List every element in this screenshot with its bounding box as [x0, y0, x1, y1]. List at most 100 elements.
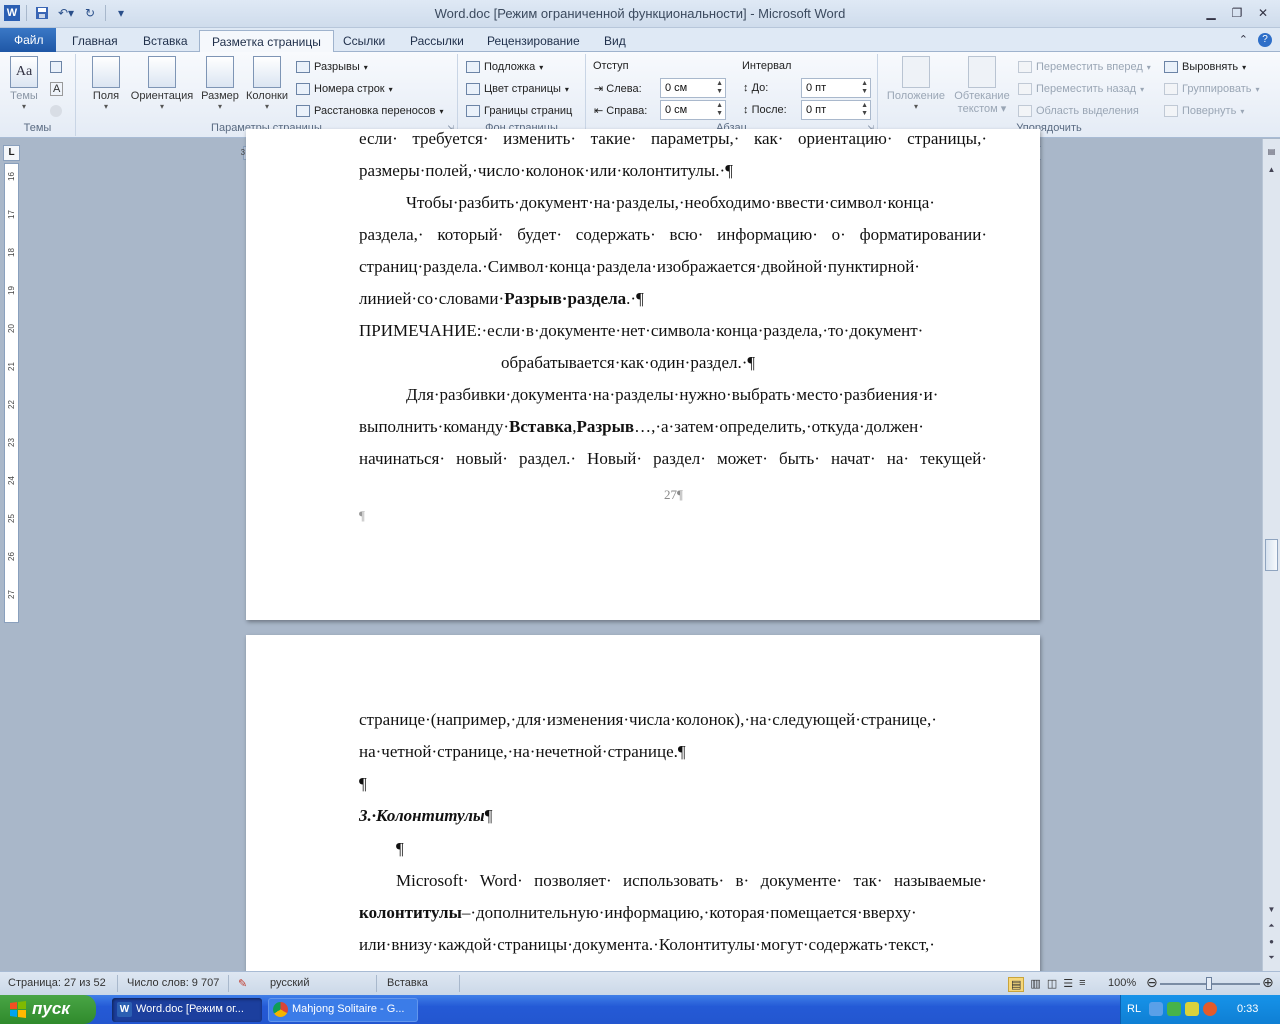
paragraph-group: Отступ ⇥ Слева: 0 см ▲ ▼ ⇤ Справа: 0 см ▲ ▼ … — [586, 54, 878, 136]
start-button[interactable]: пуск — [0, 995, 96, 1024]
spinner-arrows-icon[interactable]: ▲ ▼ — [861, 102, 868, 118]
text-line: если· требуется· изменить· такие· параме… — [359, 129, 987, 148]
document-area: L 3211234567891011121314151617 161718192… — [0, 129, 1280, 975]
close-icon[interactable]: ✕ — [1252, 4, 1274, 22]
rotate-button[interactable]: Повернуть ▾ — [1164, 102, 1244, 120]
text-line: странице·(например,·для·изменения·числа·… — [359, 710, 937, 729]
previous-page-icon[interactable]: ⏶ — [1265, 921, 1278, 935]
tab-mailings[interactable]: Рассылки — [398, 30, 476, 52]
document-page[interactable]: если· требуется· изменить· такие· параме… — [246, 129, 1040, 620]
line-numbers-button[interactable]: Номера строк ▾ — [296, 80, 393, 98]
insert-mode-indicator[interactable]: Вставка — [387, 977, 428, 989]
indent-right-field[interactable]: 0 см ▲ ▼ — [660, 100, 726, 120]
selection-pane-button[interactable]: Область выделения — [1018, 102, 1139, 120]
spinner-arrows-icon[interactable]: ▲ ▼ — [716, 80, 723, 96]
wrap-text-button[interactable]: Обтекание текстом ▾ — [950, 56, 1014, 115]
antivirus-icon[interactable] — [1203, 1002, 1217, 1016]
text-line: раздела,· который· будет· содержать· всю… — [359, 225, 987, 244]
browse-object-icon[interactable]: ● — [1265, 937, 1278, 951]
taskbar-item-browser[interactable]: Mahjong Solitaire - G... — [268, 998, 418, 1022]
word-count[interactable]: Число слов: 9 707 — [127, 977, 219, 989]
spacing-after-field[interactable]: 0 пт ▲ ▼ — [801, 100, 871, 120]
orientation-button[interactable]: Ориентация ▾ — [128, 56, 196, 111]
chevron-down-icon: ▾ — [539, 62, 544, 72]
next-page-icon[interactable]: ⏷ — [1265, 953, 1278, 967]
spinner-arrows-icon[interactable]: ▲ ▼ — [716, 102, 723, 118]
page-color-button[interactable]: Цвет страницы ▾ — [466, 80, 569, 98]
tray-app-icon[interactable] — [1185, 1002, 1199, 1016]
outline-view-icon[interactable]: ☰ — [1063, 977, 1073, 992]
page-borders-button[interactable]: Границы страниц — [466, 102, 572, 120]
minimize-icon[interactable]: ▁ — [1200, 4, 1222, 22]
taskbar-item-word[interactable]: W Word.doc [Режим ог... — [112, 998, 262, 1022]
zoom-slider-thumb[interactable] — [1206, 977, 1212, 990]
themes-group: Aa Темы ▾ A Темы — [0, 54, 76, 136]
tab-file[interactable]: Файл — [0, 28, 56, 52]
safely-remove-icon[interactable] — [1167, 1002, 1181, 1016]
size-label: Размер — [201, 90, 239, 102]
tab-home[interactable]: Главная — [60, 30, 130, 52]
draft-view-icon[interactable]: ≡ — [1079, 977, 1085, 992]
scroll-down-icon[interactable]: ▼ — [1265, 905, 1278, 919]
full-screen-reading-icon[interactable]: ▥ — [1030, 977, 1040, 992]
zoom-out-icon[interactable]: ⊖ — [1146, 974, 1158, 991]
maximize-icon[interactable]: ❐ — [1226, 4, 1248, 22]
vertical-ruler[interactable]: 16 17 18 19 20 21 22 23 24 25 26 27 — [4, 163, 19, 623]
hyphenation-button[interactable]: Расстановка переносов ▾ — [296, 102, 444, 120]
spacing-after-label: ↕ После: — [743, 104, 787, 116]
watermark-label: Подложка — [484, 61, 536, 73]
theme-colors-button[interactable] — [50, 58, 62, 76]
network-icon[interactable] — [1149, 1002, 1163, 1016]
themes-button[interactable]: Aa Темы ▾ — [2, 56, 46, 111]
web-layout-icon[interactable]: ◫ — [1047, 977, 1057, 992]
spinner-arrows-icon[interactable]: ▲ ▼ — [861, 80, 868, 96]
tab-view[interactable]: Вид — [592, 30, 638, 52]
hyphenation-label: Расстановка переносов — [314, 105, 436, 117]
margins-button[interactable]: Поля ▾ — [84, 56, 128, 111]
group-icon — [1164, 83, 1178, 95]
help-icon[interactable]: ? — [1258, 33, 1272, 47]
clock[interactable]: 0:33 — [1237, 1003, 1258, 1015]
zoom-in-icon[interactable]: ⊕ — [1262, 974, 1274, 991]
collapse-ribbon-icon[interactable]: ⌃ — [1239, 33, 1248, 47]
vertical-scrollbar[interactable]: ▤ ▲ ▼ ⏶ ● ⏷ — [1262, 139, 1280, 971]
watermark-button[interactable]: Подложка ▾ — [466, 58, 543, 76]
align-button[interactable]: Выровнять ▾ — [1164, 58, 1246, 76]
document-page[interactable]: странице·(например,·для·изменения·числа·… — [246, 635, 1040, 975]
size-button[interactable]: Размер ▾ — [198, 56, 242, 111]
theme-effects-button[interactable] — [50, 102, 62, 120]
theme-fonts-button[interactable]: A — [50, 80, 64, 98]
tab-page-layout[interactable]: Разметка страницы — [199, 30, 334, 53]
tab-review[interactable]: Рецензирование — [475, 30, 592, 52]
ruler-toggle-icon[interactable]: ▤ — [1265, 147, 1278, 161]
spacing-before-field[interactable]: 0 пт ▲ ▼ — [801, 78, 871, 98]
chevron-down-icon: ▾ — [103, 102, 108, 111]
bring-forward-button[interactable]: Переместить вперед ▾ — [1018, 58, 1151, 76]
language-indicator[interactable]: русский — [270, 977, 309, 989]
bold-text: колонтитулы — [359, 903, 462, 922]
page-background-group: Подложка ▾ Цвет страницы ▾ Границы страниц… — [458, 54, 586, 136]
language-bar[interactable]: RL — [1127, 1003, 1141, 1015]
ruler-tick-label: 17 — [6, 210, 16, 219]
text-line: начинаться· новый· раздел.· Новый· разде… — [359, 449, 987, 468]
print-layout-view-icon[interactable]: ▤ — [1008, 977, 1025, 992]
page-counter[interactable]: Страница: 27 из 52 — [8, 977, 106, 989]
text-line: линией·со·словами·Разрыв·раздела.·¶ — [359, 283, 987, 315]
page-color-label: Цвет страницы — [484, 83, 561, 95]
send-backward-button[interactable]: Переместить назад ▾ — [1018, 80, 1144, 98]
tab-insert[interactable]: Вставка — [131, 30, 200, 52]
columns-button[interactable]: Колонки ▾ — [242, 56, 292, 111]
group-button[interactable]: Группировать ▾ — [1164, 80, 1260, 98]
position-button[interactable]: Положение ▾ — [884, 56, 948, 111]
breaks-label: Разрывы — [314, 61, 360, 73]
ruler-tick-label: 27 — [6, 590, 16, 599]
tab-selector-icon[interactable]: L — [3, 145, 20, 161]
proofing-icon[interactable]: ✎ — [238, 977, 247, 990]
tab-references[interactable]: Ссылки — [331, 30, 397, 52]
breaks-button[interactable]: Разрывы ▾ — [296, 58, 368, 76]
indent-left-field[interactable]: 0 см ▲ ▼ — [660, 78, 726, 98]
scrollbar-thumb[interactable] — [1265, 539, 1278, 571]
scroll-up-icon[interactable]: ▲ — [1265, 165, 1278, 179]
text-run: …,·а·затем·определить,·откуда·должен· — [634, 417, 924, 436]
zoom-level[interactable]: 100% — [1108, 977, 1136, 989]
